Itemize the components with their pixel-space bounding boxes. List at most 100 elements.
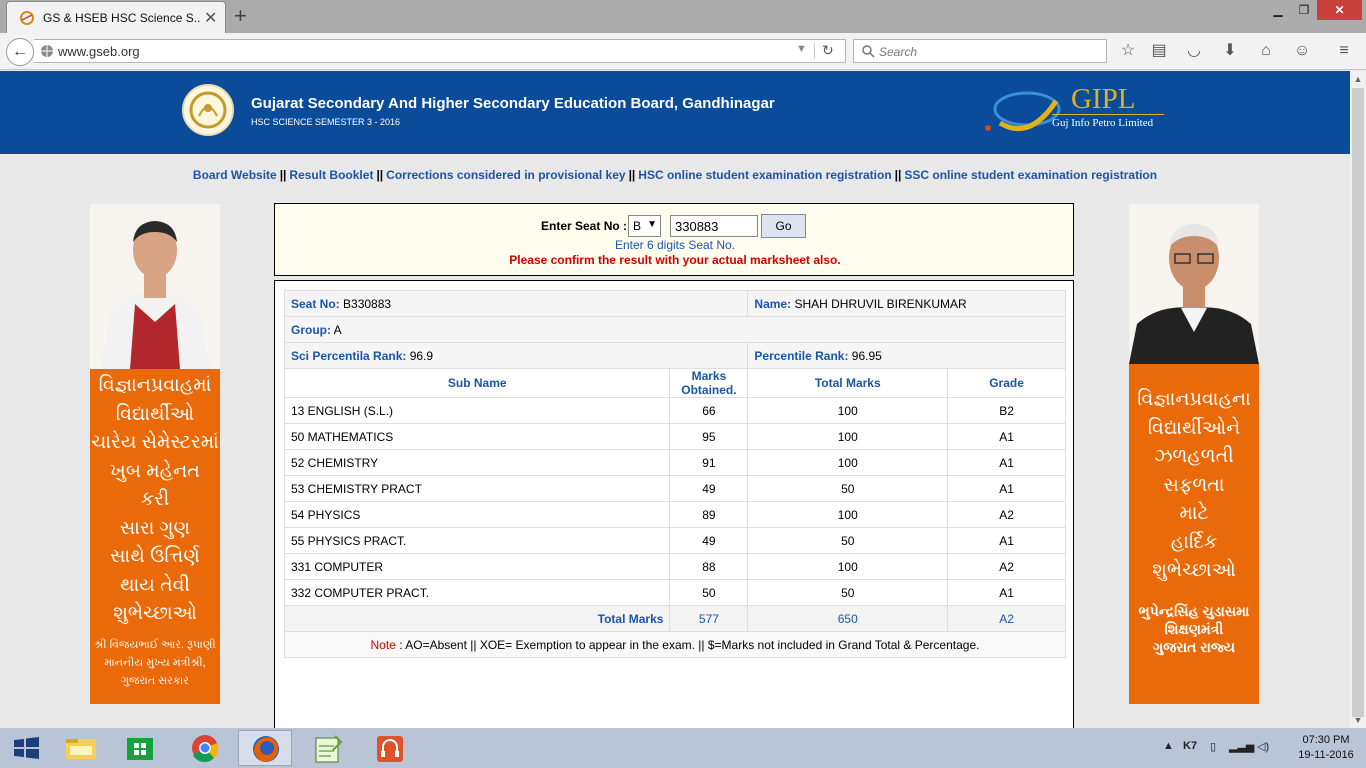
confirm-warning: Please confirm the result with your actu… xyxy=(509,253,841,267)
right-banner-signature: ભુપેન્દ્રસિંહ ચુડાસમા શિક્ષણમંત્રી ગુજરા… xyxy=(1138,603,1250,655)
marks-obtained: 50 xyxy=(669,579,749,606)
back-arrow-icon[interactable]: ← xyxy=(6,38,34,66)
hello-chat-icon[interactable]: ☺ xyxy=(1291,41,1313,61)
group-cell: Group: A xyxy=(284,316,1066,343)
table-row: 13 ENGLISH (S.L.) 66 100 B2 xyxy=(283,397,1066,424)
volume-icon[interactable]: ◁) xyxy=(1257,740,1269,753)
seat-series-select[interactable]: B ▼ xyxy=(628,215,661,237)
clock-time: 07:30 PM xyxy=(1302,734,1350,746)
right-greeting-banner: વિજ્ઞાનપ્રવાહના વિદ્યાર્થીઓને ઝળહળતી સફળ… xyxy=(1129,204,1259,704)
start-windows-icon[interactable] xyxy=(0,730,54,766)
browser-tab[interactable]: GS & HSEB HSC Science S... ✕ xyxy=(6,1,226,33)
window-minimize-button[interactable]: ▁ xyxy=(1265,0,1291,20)
reload-icon[interactable]: ↻ xyxy=(822,42,834,59)
firefox-icon[interactable] xyxy=(238,730,292,766)
col-marks-obtained: Marks Obtained. xyxy=(669,368,749,398)
go-button[interactable]: Go xyxy=(761,214,806,238)
subject-name: 331 COMPUTER xyxy=(283,553,671,580)
link-separator: || xyxy=(894,168,902,182)
seat-number-input[interactable] xyxy=(670,215,758,237)
url-text[interactable]: www.gseb.org xyxy=(58,44,140,59)
link-board-website[interactable]: Board Website xyxy=(193,168,277,182)
seat-no-label: Seat No: xyxy=(291,296,340,311)
gipl-rule xyxy=(1052,114,1164,115)
search-box[interactable]: Search xyxy=(853,39,1107,63)
scrollbar-thumb[interactable] xyxy=(1352,88,1364,717)
link-result-booklet[interactable]: Result Booklet xyxy=(289,168,373,182)
new-tab-icon[interactable]: + xyxy=(234,3,247,29)
chrome-icon[interactable] xyxy=(178,730,232,766)
window-close-button[interactable]: ✕ xyxy=(1317,0,1362,20)
grade: A1 xyxy=(947,579,1066,606)
file-explorer-icon[interactable] xyxy=(54,730,108,766)
table-header-row: Sub Name Marks Obtained. Total Marks Gra… xyxy=(283,368,1066,398)
group-value: A xyxy=(333,322,342,337)
grade: A1 xyxy=(947,475,1066,502)
menu-hamburger-icon[interactable]: ≡ xyxy=(1333,41,1355,61)
subject-name: 53 CHEMISTRY PRACT xyxy=(283,475,671,502)
scroll-up-icon[interactable]: ▲ xyxy=(1350,71,1366,87)
link-separator: || xyxy=(376,168,384,182)
col-grade: Grade xyxy=(947,368,1066,398)
right-banner-message: વિજ્ઞાનપ્રવાહના વિદ્યાર્થીઓને ઝળહળતી સફળ… xyxy=(1137,389,1251,581)
link-corrections[interactable]: Corrections considered in provisional ke… xyxy=(386,168,625,182)
clock-date: 19-11-2016 xyxy=(1298,749,1354,761)
sci-rank-label: Sci Percentila Rank: xyxy=(291,348,407,363)
signal-icon[interactable]: ▂▃▅ xyxy=(1229,740,1254,753)
search-placeholder: Search xyxy=(879,45,918,59)
scroll-down-icon[interactable]: ▼ xyxy=(1350,712,1366,728)
gseb-favicon-icon xyxy=(20,11,34,25)
seat-no-value: B330883 xyxy=(343,296,392,311)
subject-name: 13 ENGLISH (S.L.) xyxy=(283,397,671,424)
subject-name: 54 PHYSICS xyxy=(283,501,671,528)
tab-title: GS & HSEB HSC Science S... xyxy=(43,11,201,25)
pocket-icon[interactable]: ◡ xyxy=(1183,41,1205,61)
subject-name: 55 PHYSICS PRACT. xyxy=(283,527,671,554)
bookmark-star-icon[interactable]: ☆ xyxy=(1117,41,1139,61)
subject-name: 50 MATHEMATICS xyxy=(283,423,671,450)
url-bar[interactable]: www.gseb.org ▼ ↻ xyxy=(34,39,846,63)
student-name: SHAH DHRUVIL BIRENKUMAR xyxy=(794,296,967,311)
bookmarks-menu-icon[interactable]: ▤ xyxy=(1148,41,1170,61)
note-label: Note xyxy=(370,637,396,652)
marks-obtained: 66 xyxy=(669,397,749,424)
home-icon[interactable]: ⌂ xyxy=(1255,41,1277,61)
table-row: 52 CHEMISTRY 91 100 A1 xyxy=(283,449,1066,476)
total-marks: 50 xyxy=(747,579,949,606)
col-total-marks: Total Marks xyxy=(747,368,949,398)
browser-titlebar: GS & HSEB HSC Science S... ✕ + ▁ ❐ ✕ xyxy=(0,0,1366,33)
name-cell: Name: SHAH DHRUVIL BIRENKUMAR xyxy=(747,290,1066,317)
total-marks: 100 xyxy=(747,397,949,424)
grade: A2 xyxy=(947,553,1066,580)
url-dropdown-icon[interactable]: ▼ xyxy=(796,43,807,55)
tray-expand-icon[interactable]: ▲ xyxy=(1163,740,1174,752)
table-row: 332 COMPUTER PRACT. 50 50 A1 xyxy=(283,579,1066,606)
name-label: Name: xyxy=(754,296,792,311)
gseb-logo xyxy=(182,84,234,136)
window-restore-button[interactable]: ❐ xyxy=(1291,0,1317,20)
col-sub-name: Sub Name xyxy=(283,368,671,398)
link-ssc-registration[interactable]: SSC online student examination registrat… xyxy=(904,168,1157,182)
total-max: 650 xyxy=(747,605,949,632)
seat-entry-panel: Enter Seat No : B▼ Go Enter 6 digits Sea… xyxy=(274,203,1074,276)
link-hsc-registration[interactable]: HSC online student examination registrat… xyxy=(638,168,891,182)
percentile-label: Percentile Rank: xyxy=(754,348,849,363)
music-player-icon[interactable] xyxy=(363,730,417,766)
info-row: Group: A xyxy=(284,316,1066,343)
downloads-icon[interactable]: ⬇ xyxy=(1219,41,1241,61)
battery-icon[interactable]: ▯ xyxy=(1210,740,1216,753)
link-separator: || xyxy=(628,168,636,182)
system-clock[interactable]: 07:30 PM 19-11-2016 xyxy=(1292,733,1360,763)
seat-hint: Enter 6 digits Seat No. xyxy=(614,238,736,252)
tab-close-icon[interactable]: ✕ xyxy=(204,8,217,28)
store-icon[interactable] xyxy=(113,730,167,766)
exam-subtitle: HSC SCIENCE SEMESTER 3 - 2016 xyxy=(251,117,401,127)
seat-series-value: B xyxy=(633,219,642,233)
page-scrollbar[interactable]: ▲ ▼ xyxy=(1350,71,1366,728)
total-marks: 100 xyxy=(747,423,949,450)
keyboard-layout-icon[interactable]: K7 xyxy=(1183,740,1197,752)
notepad-icon[interactable] xyxy=(301,730,355,766)
site-header: Gujarat Secondary And Higher Secondary E… xyxy=(0,71,1350,154)
table-row: 54 PHYSICS 89 100 A2 xyxy=(283,501,1066,528)
chief-minister-photo xyxy=(90,204,220,369)
